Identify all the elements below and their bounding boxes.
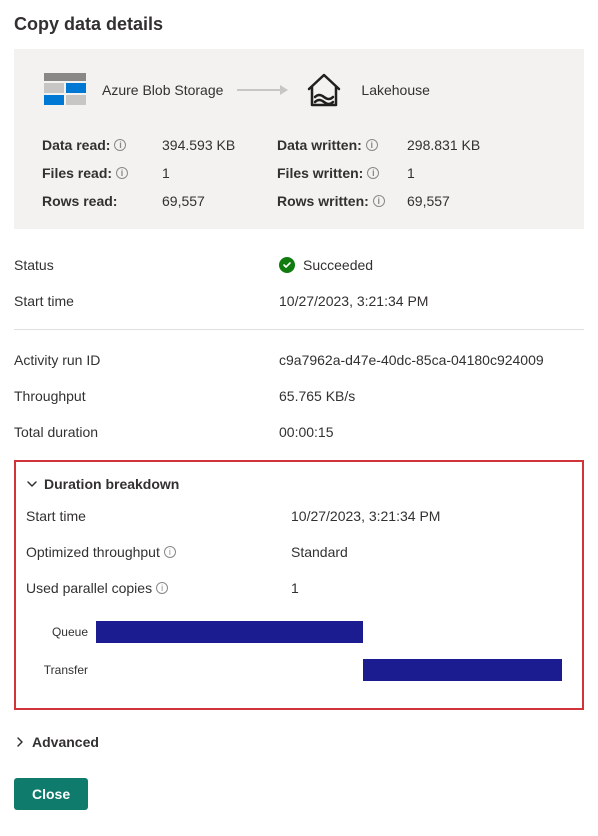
duration-breakdown-toggle[interactable]: Duration breakdown [26,470,572,498]
status-value: Succeeded [279,257,584,273]
gantt-queue-bar [96,621,363,643]
bd-parallel-copies-label: Used parallel copies i [26,580,291,596]
activity-run-id-label: Activity run ID [14,352,279,368]
info-icon[interactable]: i [164,546,176,558]
advanced-label: Advanced [32,734,99,750]
data-written-label: Data written:i [277,137,407,153]
sink-label: Lakehouse [361,82,430,98]
files-written-value: 1 [407,165,556,181]
bd-start-time-value: 10/27/2023, 3:21:34 PM [291,508,572,524]
files-read-value: 1 [162,165,277,181]
data-read-label: Data read:i [42,137,162,153]
start-time-value: 10/27/2023, 3:21:34 PM [279,293,584,309]
advanced-toggle[interactable]: Advanced [14,728,584,756]
rows-written-value: 69,557 [407,193,556,209]
source-label: Azure Blob Storage [102,82,223,98]
secondary-details: Activity run ID c9a7962a-d47e-40dc-85ca-… [14,342,584,450]
bd-opt-throughput-value: Standard [291,544,572,560]
rows-read-value: 69,557 [162,193,277,209]
duration-gantt: Queue Transfer [26,618,572,684]
source-sink-row: Azure Blob Storage Lakehouse [42,67,556,113]
info-icon[interactable]: i [114,139,126,151]
source-item: Azure Blob Storage [42,67,223,113]
info-icon[interactable]: i [367,167,379,179]
info-icon[interactable]: i [156,582,168,594]
blob-storage-icon [42,67,88,113]
lakehouse-icon [301,67,347,113]
rows-written-label: Rows written:i [277,193,407,209]
bd-start-time-label: Start time [26,508,291,524]
gantt-queue-label: Queue [26,625,96,639]
bd-opt-throughput-label: Optimized throughput i [26,544,291,560]
info-icon[interactable]: i [366,139,378,151]
info-icon[interactable]: i [373,195,385,207]
duration-breakdown-heading: Duration breakdown [44,476,179,492]
primary-details: Status Succeeded Start time 10/27/2023, … [14,247,584,319]
gantt-transfer-bar [363,659,563,681]
data-written-value: 298.831 KB [407,137,556,153]
throughput-value: 65.765 KB/s [279,388,584,404]
success-icon [279,257,295,273]
throughput-label: Throughput [14,388,279,404]
arrow-icon [237,89,287,91]
chevron-down-icon [26,478,38,490]
page-title: Copy data details [14,14,584,35]
files-read-label: Files read:i [42,165,162,181]
rows-read-label: Rows read: [42,193,162,209]
start-time-label: Start time [14,293,279,309]
close-button[interactable]: Close [14,778,88,810]
bd-parallel-copies-value: 1 [291,580,572,596]
info-icon[interactable]: i [116,167,128,179]
total-duration-label: Total duration [14,424,279,440]
sink-item: Lakehouse [301,67,430,113]
gantt-transfer-label: Transfer [26,663,96,677]
status-label: Status [14,257,279,273]
summary-box: Azure Blob Storage Lakehouse Data read:i… [14,49,584,229]
stats-grid: Data read:i 394.593 KB Data written:i 29… [42,137,556,209]
total-duration-value: 00:00:15 [279,424,584,440]
duration-breakdown-section: Duration breakdown Start time 10/27/2023… [14,460,584,710]
activity-run-id-value: c9a7962a-d47e-40dc-85ca-04180c924009 [279,352,584,368]
chevron-right-icon [14,736,26,748]
data-read-value: 394.593 KB [162,137,277,153]
divider [14,329,584,330]
files-written-label: Files written:i [277,165,407,181]
